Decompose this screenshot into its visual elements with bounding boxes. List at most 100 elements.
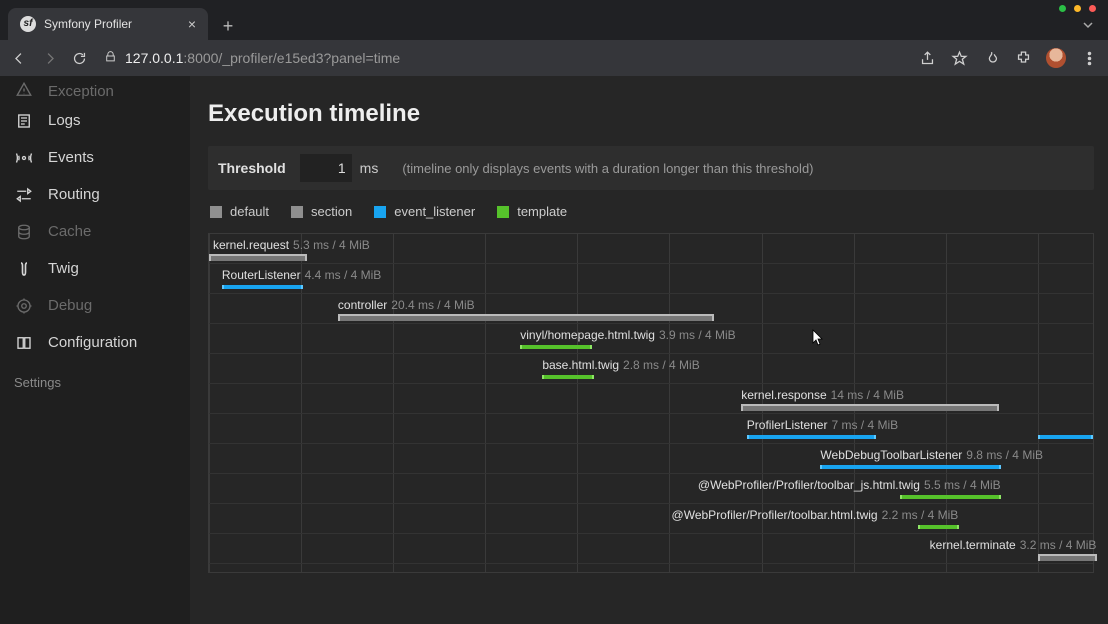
timeline-bar[interactable] xyxy=(209,254,307,261)
cache-icon xyxy=(14,222,34,242)
timeline-row[interactable]: kernel.request5.3 ms / 4 MiB xyxy=(209,234,1093,264)
timeline-bar[interactable] xyxy=(1038,554,1097,561)
sidebar-item-exception[interactable]: Exception xyxy=(0,80,190,102)
sidebar-item-label: Cache xyxy=(48,223,91,240)
threshold-bar: Threshold ms (timeline only displays eve… xyxy=(208,146,1094,190)
timeline-row[interactable]: RouterListener4.4 ms / 4 MiB xyxy=(209,264,1093,294)
timeline-bar[interactable] xyxy=(542,375,594,379)
timeline-row[interactable]: @WebProfiler/Profiler/toolbar_js.html.tw… xyxy=(209,474,1093,504)
threshold-unit: ms xyxy=(360,160,379,176)
sidebar-item-label: Exception xyxy=(48,83,114,100)
page-title: Execution timeline xyxy=(208,100,1094,128)
url-host: 127.0.0.1 xyxy=(125,50,183,66)
sidebar-item-label: Events xyxy=(48,149,94,166)
timeline-row[interactable]: controller 20.4 ms / 4 MiB xyxy=(209,294,1093,324)
mac-max-icon[interactable] xyxy=(1074,5,1081,12)
timeline-event-label: kernel.response 14 ms / 4 MiB xyxy=(741,388,904,402)
timeline-bar[interactable] xyxy=(741,404,999,411)
mac-close-icon[interactable] xyxy=(1089,5,1096,12)
mac-window-controls[interactable] xyxy=(1059,5,1096,12)
reload-button[interactable] xyxy=(70,49,88,67)
timeline-event-label: kernel.terminate3.2 ms / 4 MiB xyxy=(930,538,1097,552)
legend-label: default xyxy=(230,204,269,219)
threshold-input[interactable] xyxy=(300,154,352,182)
timeline-row[interactable]: @WebProfiler/Profiler/toolbar.html.twig2… xyxy=(209,504,1093,534)
legend-item-default[interactable]: default xyxy=(210,204,269,219)
timeline-row[interactable]: kernel.response 14 ms / 4 MiB xyxy=(209,384,1093,414)
exception-icon xyxy=(14,80,34,100)
legend-swatch-icon xyxy=(291,206,303,218)
back-button[interactable] xyxy=(10,49,28,67)
url-text: 127.0.0.1:8000/_profiler/e15ed3?panel=ti… xyxy=(125,50,400,66)
kebab-menu-icon[interactable] xyxy=(1080,49,1098,67)
timeline-event-label: base.html.twig2.8 ms / 4 MiB xyxy=(542,358,699,372)
mac-min-icon[interactable] xyxy=(1059,5,1066,12)
sidebar-item-twig[interactable]: Twig xyxy=(0,250,190,287)
timeline-row[interactable]: ProfilerListener7 ms / 4 MiB xyxy=(209,414,1093,444)
tab-list-chevron-icon[interactable] xyxy=(1076,13,1100,40)
event-meta: 5.5 ms / 4 MiB xyxy=(924,478,1001,492)
timeline-row[interactable]: kernel.terminate3.2 ms / 4 MiB xyxy=(209,534,1093,564)
timeline-row[interactable]: vinyl/homepage.html.twig3.9 ms / 4 MiB xyxy=(209,324,1093,354)
timeline-bar[interactable] xyxy=(820,465,1000,469)
new-tab-button[interactable]: + xyxy=(214,12,242,40)
legend-swatch-icon xyxy=(210,206,222,218)
symfony-favicon-icon: sf xyxy=(20,16,36,32)
timeline-row[interactable]: base.html.twig2.8 ms / 4 MiB xyxy=(209,354,1093,384)
star-icon[interactable] xyxy=(950,49,968,67)
event-meta: 20.4 ms / 4 MiB xyxy=(391,298,474,312)
profiler-sidebar: Exception Logs Events Routing Cache TwigDebug… xyxy=(0,76,190,624)
threshold-hint: (timeline only displays events with a du… xyxy=(402,161,813,176)
legend-item-event[interactable]: event_listener xyxy=(374,204,475,219)
share-icon[interactable] xyxy=(918,49,936,67)
legend-label: event_listener xyxy=(394,204,475,219)
sidebar-item-label: Routing xyxy=(48,186,100,203)
sidebar-item-debug[interactable]: Debug xyxy=(0,287,190,324)
timeline-bar[interactable] xyxy=(918,525,959,529)
timeline-bar[interactable] xyxy=(1038,435,1093,439)
timeline-event-label: @WebProfiler/Profiler/toolbar.html.twig2… xyxy=(672,508,959,522)
timeline-legend: default section event_listener template xyxy=(210,204,1092,219)
event-name: controller xyxy=(338,298,387,312)
timeline-event-label: @WebProfiler/Profiler/toolbar_js.html.tw… xyxy=(698,478,1001,492)
flame-icon[interactable] xyxy=(982,49,1000,67)
timeline-event-label: WebDebugToolbarListener 9.8 ms / 4 MiB xyxy=(820,448,1043,462)
sidebar-item-cache[interactable]: Cache xyxy=(0,213,190,250)
sidebar-item-configuration[interactable]: Configuration xyxy=(0,324,190,361)
legend-label: template xyxy=(517,204,567,219)
sidebar-item-label: Configuration xyxy=(48,334,137,351)
event-meta: 3.9 ms / 4 MiB xyxy=(659,328,736,342)
legend-label: section xyxy=(311,204,352,219)
sidebar-settings[interactable]: Settings xyxy=(0,361,190,404)
sidebar-item-events[interactable]: Events xyxy=(0,139,190,176)
timeline-bar[interactable] xyxy=(747,435,876,439)
logs-icon xyxy=(14,111,34,131)
event-name: kernel.response xyxy=(741,388,826,402)
forward-button[interactable] xyxy=(40,49,58,67)
address-bar[interactable]: 127.0.0.1:8000/_profiler/e15ed3?panel=ti… xyxy=(100,50,896,66)
timeline-event-label: RouterListener4.4 ms / 4 MiB xyxy=(222,268,381,282)
event-name: WebDebugToolbarListener xyxy=(820,448,962,462)
timeline-row[interactable]: WebDebugToolbarListener 9.8 ms / 4 MiB xyxy=(209,444,1093,474)
event-meta: 14 ms / 4 MiB xyxy=(831,388,904,402)
profile-avatar[interactable] xyxy=(1046,48,1066,68)
event-meta: 9.8 ms / 4 MiB xyxy=(966,448,1043,462)
timeline-bar[interactable] xyxy=(900,495,1001,499)
timeline-event-label: ProfilerListener7 ms / 4 MiB xyxy=(747,418,898,432)
extensions-icon[interactable] xyxy=(1014,49,1032,67)
timeline-bar[interactable] xyxy=(520,345,592,349)
timeline-chart[interactable]: kernel.request5.3 ms / 4 MiB RouterListen… xyxy=(208,233,1094,573)
browser-tab-title: Symfony Profiler xyxy=(44,17,180,31)
event-name: RouterListener xyxy=(222,268,301,282)
browser-tab[interactable]: sf Symfony Profiler × xyxy=(8,8,208,40)
timeline-bar[interactable] xyxy=(222,285,303,289)
timeline-bar[interactable] xyxy=(338,314,714,321)
legend-item-section[interactable]: section xyxy=(291,204,352,219)
debug-icon xyxy=(14,296,34,316)
legend-swatch-icon xyxy=(497,206,509,218)
close-tab-icon[interactable]: × xyxy=(188,17,196,31)
legend-item-template[interactable]: template xyxy=(497,204,567,219)
event-meta: 7 ms / 4 MiB xyxy=(831,418,898,432)
sidebar-item-logs[interactable]: Logs xyxy=(0,102,190,139)
sidebar-item-routing[interactable]: Routing xyxy=(0,176,190,213)
